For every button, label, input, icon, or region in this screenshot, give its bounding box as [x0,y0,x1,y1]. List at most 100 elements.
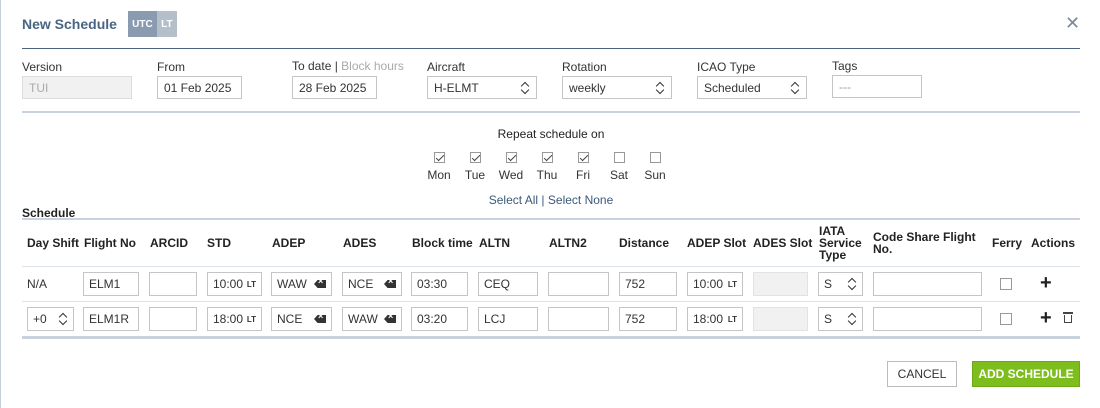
version-input: TUI [22,76,132,99]
to-date-text[interactable]: To date [292,59,331,73]
day-option-mon[interactable]: Mon [421,152,457,182]
ades-value: WAW [348,312,378,326]
row-divider [22,301,1080,302]
day-checkbox[interactable] [433,152,445,163]
rotation-value: weekly [569,80,606,95]
block-hours-link[interactable]: Block hours [341,59,404,73]
col-code-share: Code Share Flight No. [873,231,976,255]
flight-no-input[interactable]: ELM1 [83,272,139,296]
from-date-input[interactable]: 01 Feb 2025 [157,76,242,99]
header-row-divider [22,266,1080,267]
col-block-time: Block time [412,236,473,250]
select-arrows-icon [848,277,857,291]
cancel-button[interactable]: CANCEL [887,361,957,387]
adep-slot-value: 18:00 [693,312,724,326]
to-date-input[interactable]: 28 Feb 2025 [292,76,377,99]
select-arrows-icon [656,81,665,95]
aircraft-select[interactable]: H-ELMT [427,76,537,99]
day-checkbox[interactable] [649,152,661,163]
fields-divider [22,111,1080,113]
day-label: Mon [427,168,451,182]
distance-input[interactable]: 752 [619,307,677,331]
ades-input[interactable]: WAW [342,307,402,331]
day-label: Sat [609,168,628,182]
flight-no-input[interactable]: ELM1R [83,307,139,331]
day-label: Fri [576,168,590,182]
ades-value: NCE [348,277,374,291]
select-all-link[interactable]: Select All [489,193,538,207]
arcid-input[interactable] [149,272,197,296]
clear-field-icon[interactable] [314,315,326,323]
adep-slot-input[interactable]: 10:00 LT [687,272,743,296]
code-share-input[interactable] [873,272,982,296]
lt-tag: LT [727,314,737,324]
adep-slot-input[interactable]: 18:00 LT [687,307,743,331]
close-icon[interactable]: ✕ [1065,14,1080,32]
day-option-sun[interactable]: Sun [637,152,673,182]
add-row-icon[interactable]: + [1040,273,1052,293]
clear-field-icon[interactable] [314,280,326,288]
to-date-label: To date | Block hours [292,59,404,73]
icao-type-select[interactable]: Scheduled [697,76,807,99]
day-option-thu[interactable]: Thu [529,152,565,182]
adep-input[interactable]: NCE [271,307,332,331]
day-option-fri[interactable]: Fri [565,152,601,182]
day-checkbox[interactable] [469,152,481,163]
from-label: From [157,60,185,74]
rotation-select[interactable]: weekly [562,76,672,99]
ades-input[interactable]: NCE [342,272,402,296]
clear-field-icon[interactable] [384,315,396,323]
block-time-input[interactable]: 03:30 [411,272,468,296]
std-input[interactable]: 18:00 LT [207,307,262,331]
ferry-checkbox[interactable] [1000,313,1012,325]
aircraft-label: Aircraft [427,60,466,74]
day-shift-select[interactable]: +0 [27,307,74,331]
block-time-input[interactable]: 03:20 [411,307,468,331]
std-input[interactable]: 10:00 LT [207,272,262,296]
select-arrows-icon [848,312,857,326]
day-checkbox[interactable] [541,152,553,163]
clear-field-icon[interactable] [384,280,396,288]
iata-service-type-select[interactable]: S [818,272,863,296]
select-arrows-icon [791,81,800,95]
header-divider [22,48,1080,49]
adep-input[interactable]: WAW [271,272,332,296]
day-label: Thu [536,168,558,182]
altn2-input[interactable] [548,307,609,331]
day-checkbox[interactable] [505,152,517,163]
aircraft-value: H-ELMT [434,80,479,95]
col-adep-slot: ADEP Slot [687,236,747,250]
select-links: Select All | Select None [1,193,1100,207]
lt-toggle-button[interactable]: LT [156,11,177,37]
altn-input[interactable]: CEQ [478,272,538,296]
lt-tag: LT [727,279,737,289]
iata-service-type-select[interactable]: S [818,307,863,331]
ades-slot-input [753,272,808,296]
day-option-wed[interactable]: Wed [493,152,529,182]
add-schedule-button[interactable]: ADD SCHEDULE [972,361,1080,387]
altn-input[interactable]: LCJ [478,307,538,331]
col-actions: Actions [1031,236,1076,250]
day-label: Tue [464,168,486,182]
day-option-sat[interactable]: Sat [601,152,637,182]
day-checkbox[interactable] [613,152,625,163]
col-std: STD [207,236,231,250]
arcid-input[interactable] [149,307,197,331]
lt-tag: LT [246,314,256,324]
day-checkbox[interactable] [577,152,589,163]
col-adep: ADEP [272,236,306,250]
code-share-input[interactable] [873,307,982,331]
altn2-input[interactable] [548,272,609,296]
trash-icon[interactable] [1063,312,1073,324]
day-option-tue[interactable]: Tue [457,152,493,182]
select-none-link[interactable]: Select None [548,193,613,207]
distance-input[interactable]: 752 [619,272,677,296]
tags-input[interactable]: --- [832,75,922,98]
add-row-icon[interactable]: + [1040,308,1052,328]
ferry-checkbox[interactable] [1000,278,1012,290]
adep-value: NCE [277,312,303,326]
dialog-title: New Schedule [22,16,117,32]
utc-toggle-button[interactable]: UTC [127,11,157,37]
col-ades-slot: ADES Slot [753,236,813,250]
timezone-toggle: UTC LT [127,11,177,37]
